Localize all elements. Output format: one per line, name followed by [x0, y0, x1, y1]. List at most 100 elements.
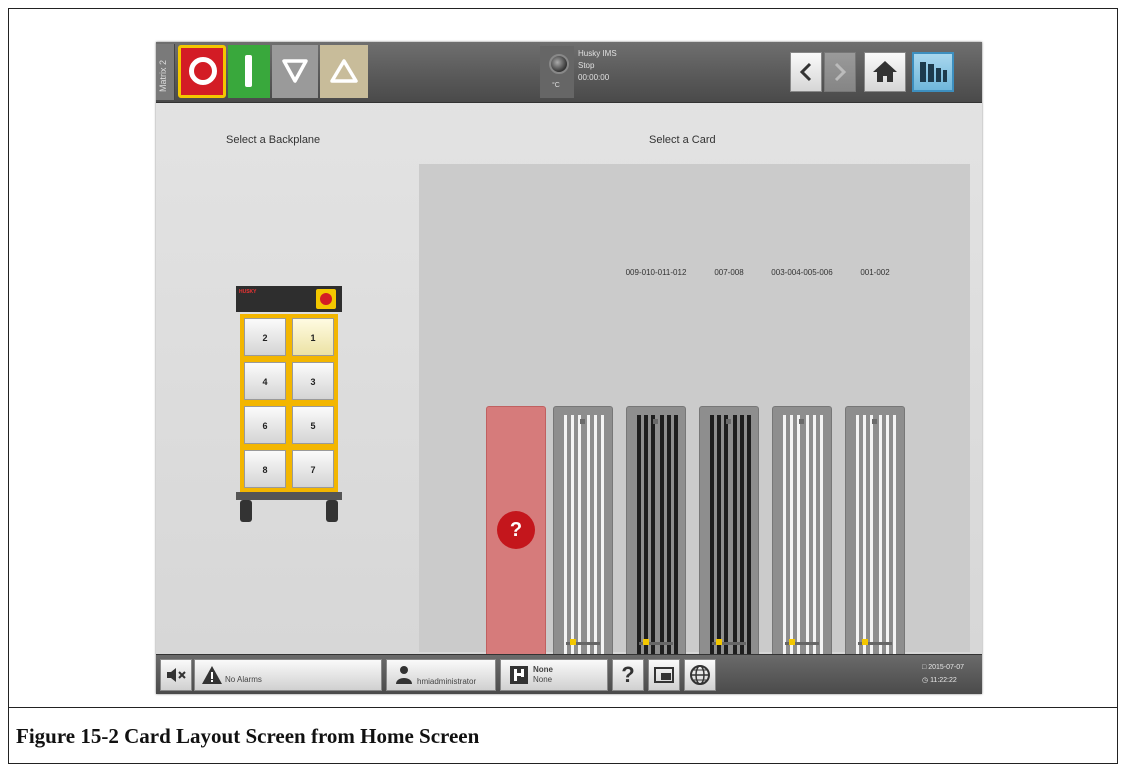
card-rail: [893, 415, 896, 659]
backplane-slot-7[interactable]: 7: [292, 450, 334, 488]
card-slot[interactable]: [699, 406, 759, 670]
card-slider-marker: [862, 639, 868, 645]
calendar-date: □ 2015-07-07: [922, 664, 964, 671]
card-layout-button[interactable]: [912, 52, 954, 92]
card-slider-marker: [643, 639, 649, 645]
card-graphic: [710, 415, 751, 659]
mute-button[interactable]: [160, 659, 192, 691]
card-label: 009-010-011-012: [625, 268, 687, 277]
bottom-bar: No Alarms hmiadministrator None None ? □…: [156, 654, 982, 694]
backplane-slot-5[interactable]: 5: [292, 406, 334, 444]
temperature-status[interactable]: °C: [540, 46, 574, 98]
card-graphic: [564, 415, 604, 659]
mold-title: None: [533, 665, 553, 674]
back-button[interactable]: [790, 52, 822, 92]
start-button[interactable]: [228, 45, 270, 98]
card-slider-marker: [570, 639, 576, 645]
card-rail: [660, 415, 664, 659]
card-led: [726, 419, 731, 424]
card-slider-marker: [716, 639, 722, 645]
card-rail: [667, 415, 671, 659]
card-rail: [733, 415, 737, 659]
card-rail: [717, 415, 721, 659]
current-time: 11:22:22: [930, 677, 957, 684]
unknown-card-icon: ?: [497, 511, 535, 549]
card-rail: [870, 415, 873, 659]
globe-icon: [690, 665, 710, 685]
card-panel: ? 009-010-011-012 007-008 003-004-005-00…: [419, 164, 970, 670]
language-button[interactable]: [684, 659, 716, 691]
unknown-card-slot[interactable]: ?: [486, 406, 546, 670]
card-slot[interactable]: [553, 406, 613, 670]
clock-time: ◷ 11:22:22: [922, 677, 957, 684]
card-slider-marker: [789, 639, 795, 645]
screenshot-button[interactable]: [648, 659, 680, 691]
card-rail: [644, 415, 648, 659]
card-led: [872, 419, 877, 424]
card-rail: [637, 415, 641, 659]
card-rail: [806, 415, 809, 659]
forward-button[interactable]: [824, 52, 856, 92]
card-rail: [587, 415, 590, 659]
card-label: 001-002: [860, 268, 890, 277]
speaker-mute-icon: [167, 668, 186, 682]
card-graphic: [856, 415, 896, 659]
card-label: 007-008: [714, 268, 744, 277]
backplane-section-title: Select a Backplane: [226, 134, 321, 146]
card-led: [653, 419, 658, 424]
ramp-down-icon: [282, 59, 308, 83]
card-rail: [601, 415, 604, 659]
backplane-slot-8[interactable]: 8: [244, 450, 286, 488]
card-rail: [813, 415, 816, 659]
card-rail: [820, 415, 823, 659]
card-rail: [783, 415, 786, 659]
system-status: Husky IMS Stop 00:00:00: [578, 48, 617, 84]
stop-icon: [189, 57, 217, 85]
help-button[interactable]: ?: [612, 659, 644, 691]
mold-icon: [510, 666, 528, 684]
card-rail: [710, 415, 714, 659]
matrix-tab[interactable]: Matrix 2: [156, 44, 175, 100]
alarms-status: No Alarms: [225, 675, 262, 684]
backplane: HUSKY 2 1 4 3 6 5 8 7: [236, 286, 342, 526]
card-rail: [790, 415, 793, 659]
ramp-down-button[interactable]: [272, 45, 318, 98]
card-slot[interactable]: [845, 406, 905, 670]
backplane-slot-3[interactable]: 3: [292, 362, 334, 400]
card-rail: [856, 415, 859, 659]
card-rail: [886, 415, 889, 659]
user-button[interactable]: hmiadministrator: [386, 659, 496, 691]
chevron-left-icon: [799, 62, 812, 82]
status-indicator-icon: [549, 54, 569, 74]
card-rail: [578, 415, 581, 659]
caption-divider: [8, 707, 1118, 708]
ramp-up-button[interactable]: [320, 45, 368, 98]
card-slot[interactable]: [772, 406, 832, 670]
run-state: Stop: [578, 61, 595, 70]
warning-icon: [202, 666, 222, 684]
stop-button[interactable]: [178, 45, 226, 98]
screenshot-icon: [654, 667, 674, 683]
card-rail: [863, 415, 866, 659]
figure-caption: Figure 15-2 Card Layout Screen from Home…: [16, 724, 480, 748]
backplane-slot-6[interactable]: 6: [244, 406, 286, 444]
backplane-slot-2[interactable]: 2: [244, 318, 286, 356]
run-timer: 00:00:00: [578, 73, 610, 82]
backplane-slot-1[interactable]: 1: [292, 318, 334, 356]
home-button[interactable]: [864, 52, 906, 92]
card-slot[interactable]: [626, 406, 686, 670]
card-rail: [674, 415, 678, 659]
card-rail: [594, 415, 597, 659]
backplane-rack: 2 1 4 3 6 5 8 7: [240, 314, 338, 492]
caster-wheel-icon: [326, 500, 338, 522]
hmi-screen: Matrix 2 °C Husky IMS Stop 00:00:00 Sele…: [156, 42, 982, 694]
backplane-slot-4[interactable]: 4: [244, 362, 286, 400]
mold-button[interactable]: None None: [500, 659, 608, 691]
mold-subtitle: None: [533, 675, 553, 684]
backplane-brand: HUSKY: [239, 289, 257, 295]
card-rail: [651, 415, 655, 659]
card-graphic: [783, 415, 823, 659]
card-led: [580, 419, 585, 424]
alarms-button[interactable]: No Alarms: [194, 659, 382, 691]
clock: □ 2015-07-07 ◷ 11:22:22: [922, 661, 964, 687]
